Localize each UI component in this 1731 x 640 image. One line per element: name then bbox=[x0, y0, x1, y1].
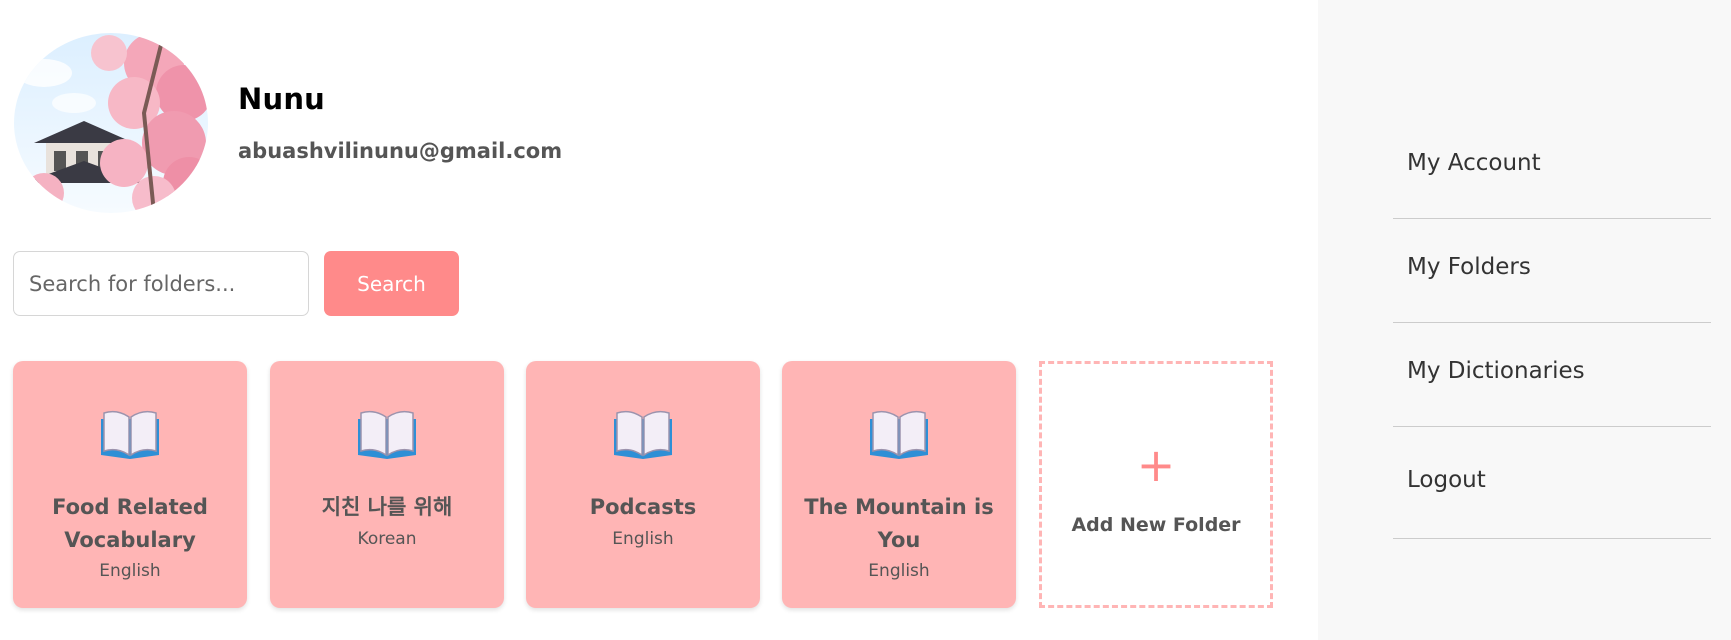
add-folder-label: Add New Folder bbox=[1071, 514, 1241, 536]
search-button[interactable]: Search bbox=[324, 251, 459, 316]
avatar-image bbox=[14, 33, 208, 213]
open-book-icon bbox=[870, 410, 928, 459]
folder-card[interactable]: The Mountain is You English bbox=[782, 361, 1016, 608]
sidebar-item-logout[interactable]: Logout bbox=[1393, 427, 1711, 539]
folder-card[interactable]: Food Related Vocabulary English bbox=[13, 361, 247, 608]
folder-card[interactable]: Podcasts English bbox=[526, 361, 760, 608]
folder-title: Podcasts bbox=[589, 495, 697, 519]
add-folder-button[interactable]: + Add New Folder bbox=[1039, 361, 1273, 608]
sidebar-item-label: My Dictionaries bbox=[1407, 358, 1585, 384]
sidebar-item-my-dictionaries[interactable]: My Dictionaries bbox=[1393, 323, 1711, 427]
sidebar-item-my-folders[interactable]: My Folders bbox=[1393, 219, 1711, 323]
sidebar-item-my-account[interactable]: My Account bbox=[1393, 115, 1711, 219]
plus-icon: + bbox=[1136, 438, 1176, 492]
folder-title: Food Related Vocabulary bbox=[52, 495, 208, 552]
folder-title: 지친 나를 위해 bbox=[321, 495, 453, 519]
open-book-icon bbox=[358, 410, 416, 459]
sidebar-item-label: Logout bbox=[1407, 467, 1486, 493]
user-email: abuashvilinunu@gmail.com bbox=[238, 139, 563, 163]
search-input[interactable] bbox=[13, 251, 309, 316]
open-book-icon bbox=[101, 410, 159, 459]
sidebar: My Account My Folders My Dictionaries Lo… bbox=[1318, 0, 1731, 640]
sidebar-item-label: My Account bbox=[1407, 150, 1541, 176]
sidebar-item-label: My Folders bbox=[1407, 254, 1531, 280]
folder-language: Korean bbox=[357, 529, 417, 549]
folder-language: English bbox=[612, 529, 674, 549]
folder-card[interactable]: 지친 나를 위해 Korean bbox=[270, 361, 504, 608]
sidebar-menu: My Account My Folders My Dictionaries Lo… bbox=[1393, 115, 1711, 539]
app-page: Nunu abuashvilinunu@gmail.com Search Foo… bbox=[0, 0, 1731, 640]
avatar bbox=[14, 33, 208, 213]
folder-language: English bbox=[868, 561, 930, 581]
user-name: Nunu bbox=[238, 82, 326, 116]
folder-title: The Mountain is You bbox=[804, 495, 994, 552]
main-content: Nunu abuashvilinunu@gmail.com Search Foo… bbox=[0, 0, 1318, 640]
folder-language: English bbox=[99, 561, 161, 581]
open-book-icon bbox=[614, 410, 672, 459]
